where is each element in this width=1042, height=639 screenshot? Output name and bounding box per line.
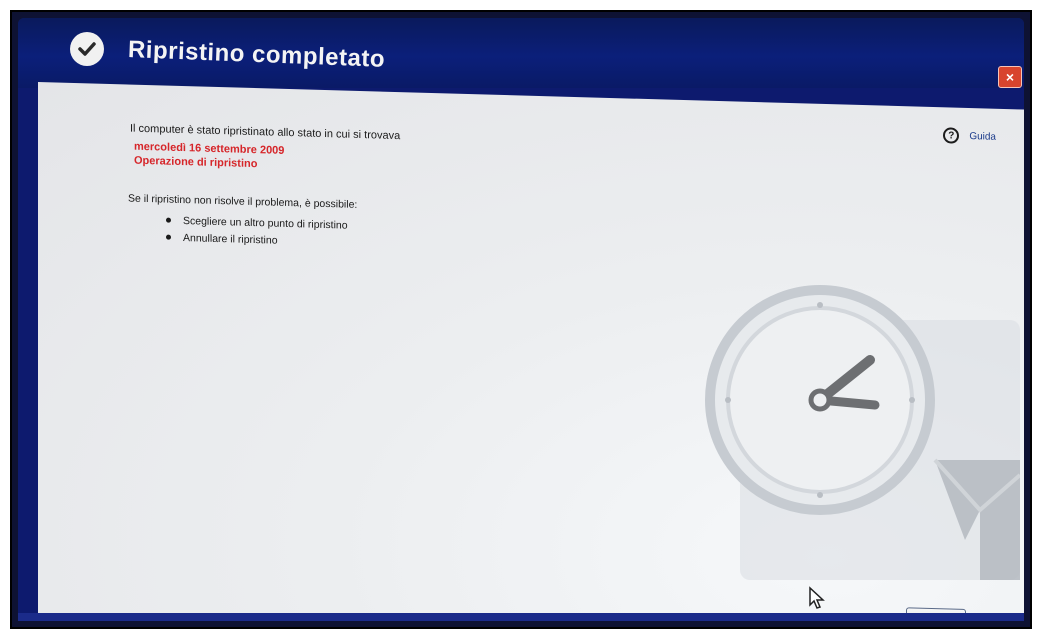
bullet-icon — [166, 234, 171, 240]
clock-restore-icon — [705, 285, 1020, 580]
close-button[interactable]: × — [998, 66, 1022, 88]
help-icon: ? — [943, 127, 960, 144]
option-label: Annullare il ripristino — [183, 231, 278, 247]
close-icon: × — [1005, 69, 1015, 85]
options-list: Scegliere un altro punto di ripristino A… — [166, 212, 348, 251]
title-bar: Ripristino completato × — [18, 18, 1024, 88]
window-bottom-border — [18, 613, 1024, 621]
check-icon — [70, 32, 104, 66]
help-label: Guida — [969, 130, 996, 143]
restore-operation: Operazione di ripristino — [134, 154, 258, 171]
option-label: Scegliere un altro punto di ripristino — [183, 214, 348, 232]
help-link[interactable]: ? Guida — [943, 127, 996, 144]
dialog-title: Ripristino completato — [127, 36, 386, 73]
restore-message: Il computer è stato ripristinato allo st… — [130, 122, 401, 143]
mouse-cursor-icon — [809, 586, 825, 609]
options-intro: Se il ripristino non risolve il problema… — [128, 192, 358, 211]
bullet-icon — [166, 217, 171, 223]
